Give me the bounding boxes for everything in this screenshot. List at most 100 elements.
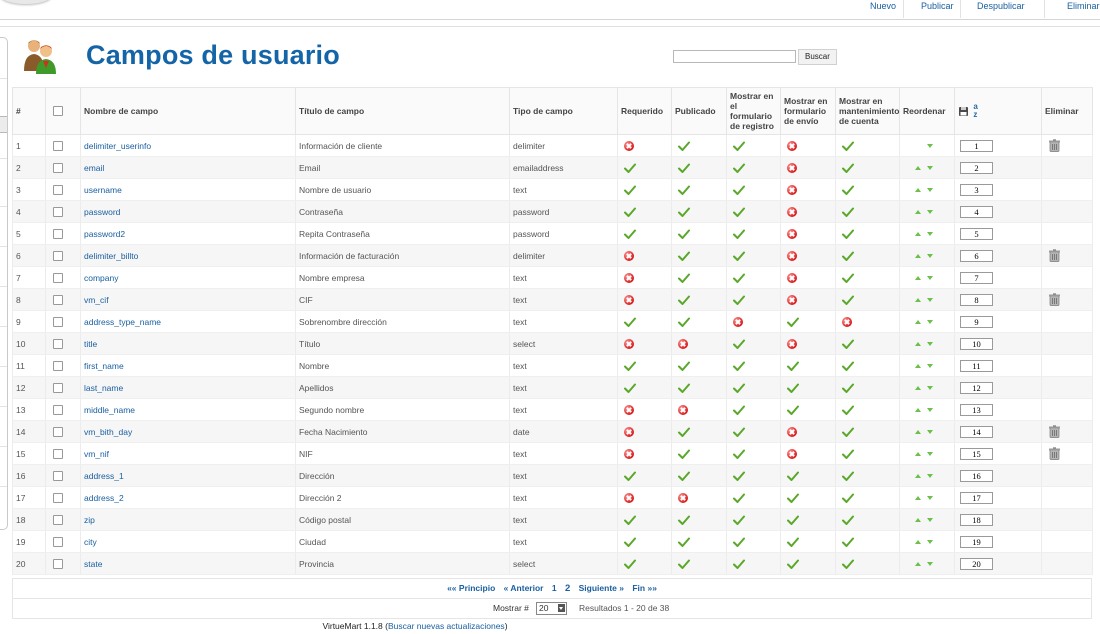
- x-icon[interactable]: [787, 228, 797, 239]
- move-down-icon[interactable]: [927, 232, 933, 237]
- check-icon[interactable]: [842, 559, 854, 569]
- row-checkbox[interactable]: [53, 294, 63, 305]
- check-icon[interactable]: [842, 405, 854, 415]
- check-icon[interactable]: [678, 251, 690, 261]
- row-checkbox[interactable]: [53, 382, 63, 393]
- check-icon[interactable]: [842, 515, 854, 525]
- col-header-field-title[interactable]: Título de campo: [295, 87, 510, 135]
- x-icon[interactable]: [787, 162, 797, 173]
- x-icon[interactable]: [678, 404, 688, 415]
- x-icon[interactable]: [678, 338, 688, 349]
- check-icon[interactable]: [842, 449, 854, 459]
- field-name-link[interactable]: vm_nif: [84, 449, 109, 459]
- field-name-link[interactable]: password2: [84, 229, 125, 239]
- row-checkbox[interactable]: [53, 536, 63, 547]
- select-all-checkbox[interactable]: [53, 106, 63, 117]
- ordering-input[interactable]: [960, 205, 993, 218]
- check-icon[interactable]: [624, 383, 636, 393]
- check-icon[interactable]: [733, 383, 745, 393]
- field-name-link[interactable]: delimiter_billto: [84, 251, 138, 261]
- field-name-link[interactable]: title: [84, 339, 97, 349]
- move-down-icon[interactable]: [927, 452, 933, 457]
- sidebar-menu[interactable]: [0, 37, 8, 530]
- col-header-account[interactable]: Mostrar en mantenimiento de cuenta: [835, 87, 900, 135]
- x-icon[interactable]: [787, 250, 797, 261]
- check-icon[interactable]: [733, 273, 745, 283]
- row-checkbox[interactable]: [53, 272, 63, 283]
- move-up-icon[interactable]: [915, 408, 921, 413]
- check-icon[interactable]: [787, 383, 799, 393]
- prev-page-link[interactable]: « Anterior: [504, 583, 544, 593]
- field-name-link[interactable]: city: [84, 537, 97, 547]
- move-down-icon[interactable]: [927, 166, 933, 171]
- field-name-link[interactable]: email: [84, 163, 104, 173]
- x-icon[interactable]: [787, 206, 797, 217]
- move-up-icon[interactable]: [915, 518, 921, 523]
- x-icon[interactable]: [787, 294, 797, 305]
- check-icon[interactable]: [842, 537, 854, 547]
- check-icon[interactable]: [733, 251, 745, 261]
- ordering-input[interactable]: [960, 249, 993, 262]
- check-icon[interactable]: [678, 427, 690, 437]
- move-down-icon[interactable]: [927, 210, 933, 215]
- x-icon[interactable]: [624, 448, 634, 459]
- delete-button[interactable]: Eliminar: [1067, 1, 1100, 11]
- move-up-icon[interactable]: [915, 210, 921, 215]
- check-icon[interactable]: [624, 515, 636, 525]
- check-icon[interactable]: [733, 537, 745, 547]
- check-icon[interactable]: [733, 295, 745, 305]
- check-icon[interactable]: [733, 471, 745, 481]
- check-icon[interactable]: [733, 229, 745, 239]
- check-icon[interactable]: [624, 317, 636, 327]
- row-checkbox[interactable]: [53, 426, 63, 437]
- x-icon[interactable]: [787, 184, 797, 195]
- check-icon[interactable]: [842, 427, 854, 437]
- page-1-link[interactable]: 1: [552, 583, 557, 593]
- x-icon[interactable]: [787, 140, 797, 151]
- check-icon[interactable]: [678, 185, 690, 195]
- check-icon[interactable]: [733, 493, 745, 503]
- field-name-link[interactable]: username: [84, 185, 122, 195]
- col-header-field-name[interactable]: Nombre de campo: [80, 87, 296, 135]
- check-icon[interactable]: [787, 559, 799, 569]
- field-name-link[interactable]: zip: [84, 515, 95, 525]
- row-checkbox[interactable]: [53, 492, 63, 503]
- field-name-link[interactable]: first_name: [84, 361, 124, 371]
- move-up-icon[interactable]: [915, 342, 921, 347]
- move-down-icon[interactable]: [927, 474, 933, 479]
- move-down-icon[interactable]: [927, 562, 933, 567]
- next-page-link[interactable]: Siguiente »: [579, 583, 624, 593]
- row-checkbox[interactable]: [53, 470, 63, 481]
- col-header-registration[interactable]: Mostrar en el formulario de registro: [726, 87, 781, 135]
- check-icon[interactable]: [624, 471, 636, 481]
- row-checkbox[interactable]: [53, 162, 63, 173]
- check-icon[interactable]: [678, 317, 690, 327]
- check-icon[interactable]: [678, 141, 690, 151]
- row-checkbox[interactable]: [53, 404, 63, 415]
- move-down-icon[interactable]: [927, 276, 933, 281]
- check-icon[interactable]: [787, 537, 799, 547]
- field-name-link[interactable]: address_type_name: [84, 317, 161, 327]
- field-name-link[interactable]: address_1: [84, 471, 124, 481]
- trash-icon[interactable]: [1048, 139, 1061, 152]
- check-updates-link[interactable]: Buscar nuevas actualizaciones: [388, 621, 505, 631]
- check-icon[interactable]: [842, 383, 854, 393]
- ordering-input[interactable]: [960, 293, 993, 306]
- limit-select[interactable]: 20: [536, 602, 567, 615]
- check-icon[interactable]: [733, 207, 745, 217]
- move-down-icon[interactable]: [927, 298, 933, 303]
- field-name-link[interactable]: middle_name: [84, 405, 135, 415]
- move-up-icon[interactable]: [915, 364, 921, 369]
- x-icon[interactable]: [624, 492, 634, 503]
- col-header-reorder[interactable]: Reordenar: [899, 87, 955, 135]
- ordering-input[interactable]: [960, 469, 993, 482]
- move-up-icon[interactable]: [915, 386, 921, 391]
- move-down-icon[interactable]: [927, 254, 933, 259]
- move-up-icon[interactable]: [915, 232, 921, 237]
- save-order-icon[interactable]: [958, 106, 969, 117]
- ordering-input[interactable]: [960, 425, 993, 438]
- field-name-link[interactable]: last_name: [84, 383, 123, 393]
- check-icon[interactable]: [624, 207, 636, 217]
- x-icon[interactable]: [842, 316, 852, 327]
- x-icon[interactable]: [733, 316, 743, 327]
